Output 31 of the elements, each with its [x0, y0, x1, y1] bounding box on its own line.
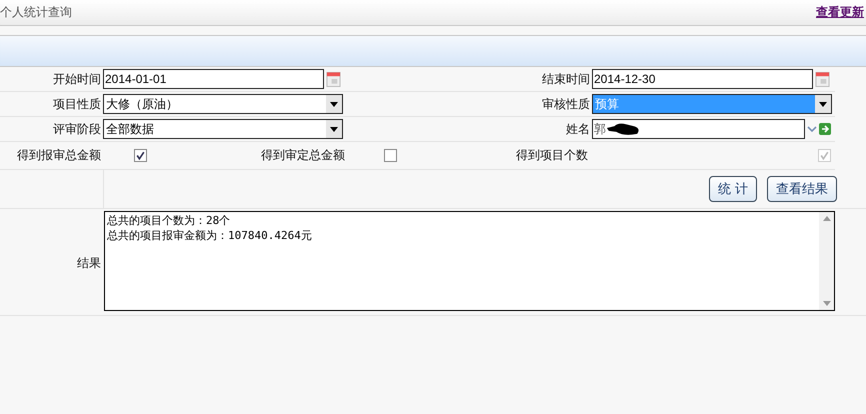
checkbox-label: 得到项目个数 — [516, 147, 588, 164]
result-text-area[interactable]: 总共的项目个数为：28个 总共的项目报审金额为：107840.4264元 — [104, 211, 835, 311]
field-label: 评审阶段 — [53, 120, 101, 138]
action-button[interactable]: 查看结果 — [767, 176, 837, 202]
updates-link[interactable]: 查看更新 — [816, 4, 864, 21]
dropdown[interactable]: 全部数据 — [103, 119, 343, 139]
scrollbar[interactable] — [819, 212, 834, 310]
result-label: 结果 — [77, 254, 101, 272]
date-field[interactable]: 2014-01-01 — [103, 69, 324, 89]
action-button[interactable]: 统 计 — [708, 176, 757, 202]
go-arrow-icon[interactable] — [819, 123, 831, 135]
field-label: 姓名 — [566, 120, 590, 138]
name-field[interactable]: 郭 — [592, 119, 805, 139]
calendar-icon[interactable] — [815, 70, 830, 88]
result-line: 总共的项目报审金额为：107840.4264元 — [107, 228, 313, 243]
field-label: 开始时间 — [53, 70, 101, 88]
calendar-icon[interactable] — [326, 70, 341, 88]
page-title: 个人统计查询 — [0, 4, 72, 21]
dropdown[interactable]: 大修（原油） — [103, 94, 343, 114]
field-label: 结束时间 — [542, 70, 590, 88]
chevron-down-icon[interactable] — [807, 125, 817, 133]
checkbox-label: 得到报审总金额 — [17, 147, 101, 164]
field-label: 审核性质 — [542, 96, 590, 112]
date-field[interactable]: 2014-12-30 — [592, 69, 813, 89]
checkbox-label: 得到审定总金额 — [261, 147, 345, 164]
result-line: 总共的项目个数为：28个 — [107, 213, 232, 228]
field-label: 项目性质 — [53, 96, 101, 112]
checkbox[interactable] — [384, 149, 397, 162]
scroll-down-icon[interactable] — [822, 301, 830, 307]
checkbox[interactable] — [134, 149, 146, 162]
scroll-up-icon[interactable] — [822, 215, 830, 221]
